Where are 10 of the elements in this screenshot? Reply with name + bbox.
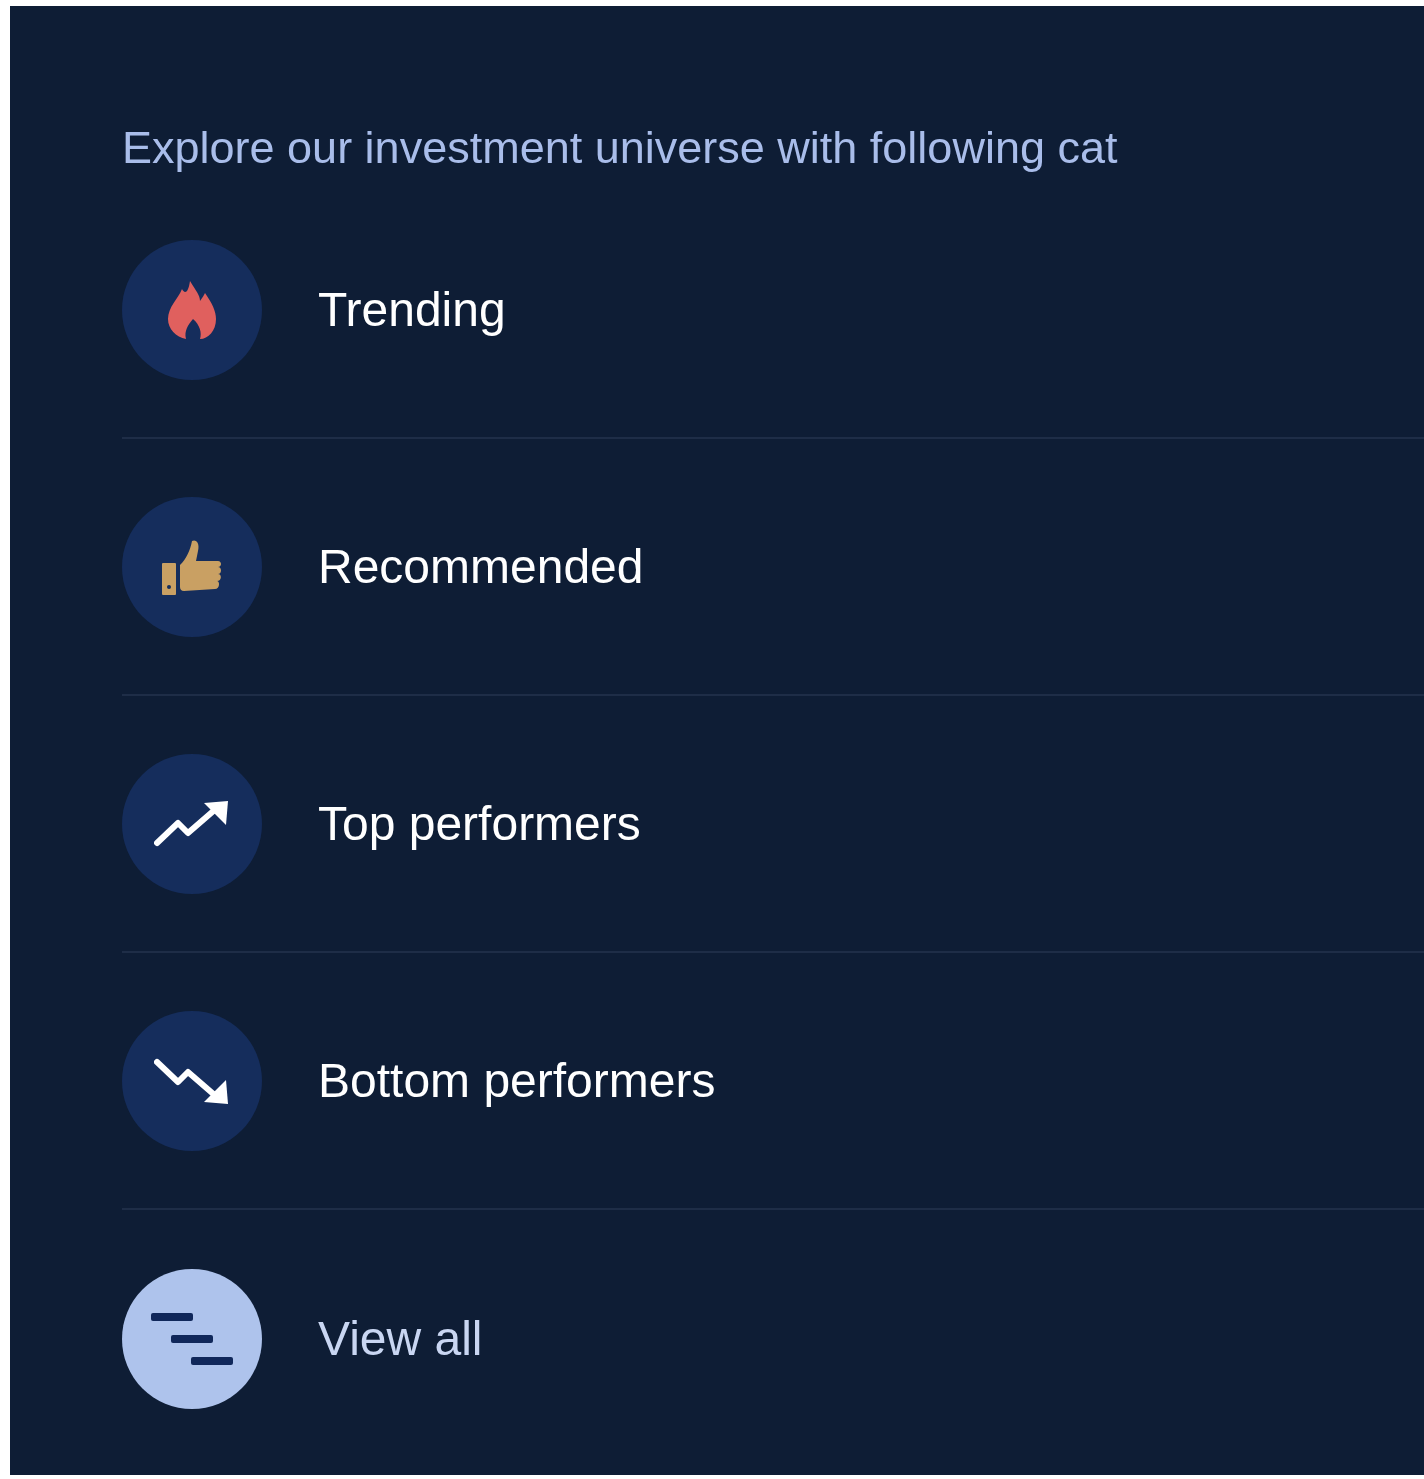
section-heading: Explore our investment universe with following cat [122,121,1119,175]
trend-down-arrow-icon [154,1057,230,1104]
category-link[interactable]: View all [318,1302,483,1375]
category-link[interactable]: Trending [318,273,506,346]
category-link[interactable]: Bottom performers [318,1044,716,1117]
staggered-lines-icon [151,1312,233,1365]
category-link[interactable]: Recommended [318,530,644,603]
category-link[interactable]: Top performers [318,787,641,860]
thumbs-up-icon [162,538,222,595]
trend-up-arrow-icon [154,800,230,847]
